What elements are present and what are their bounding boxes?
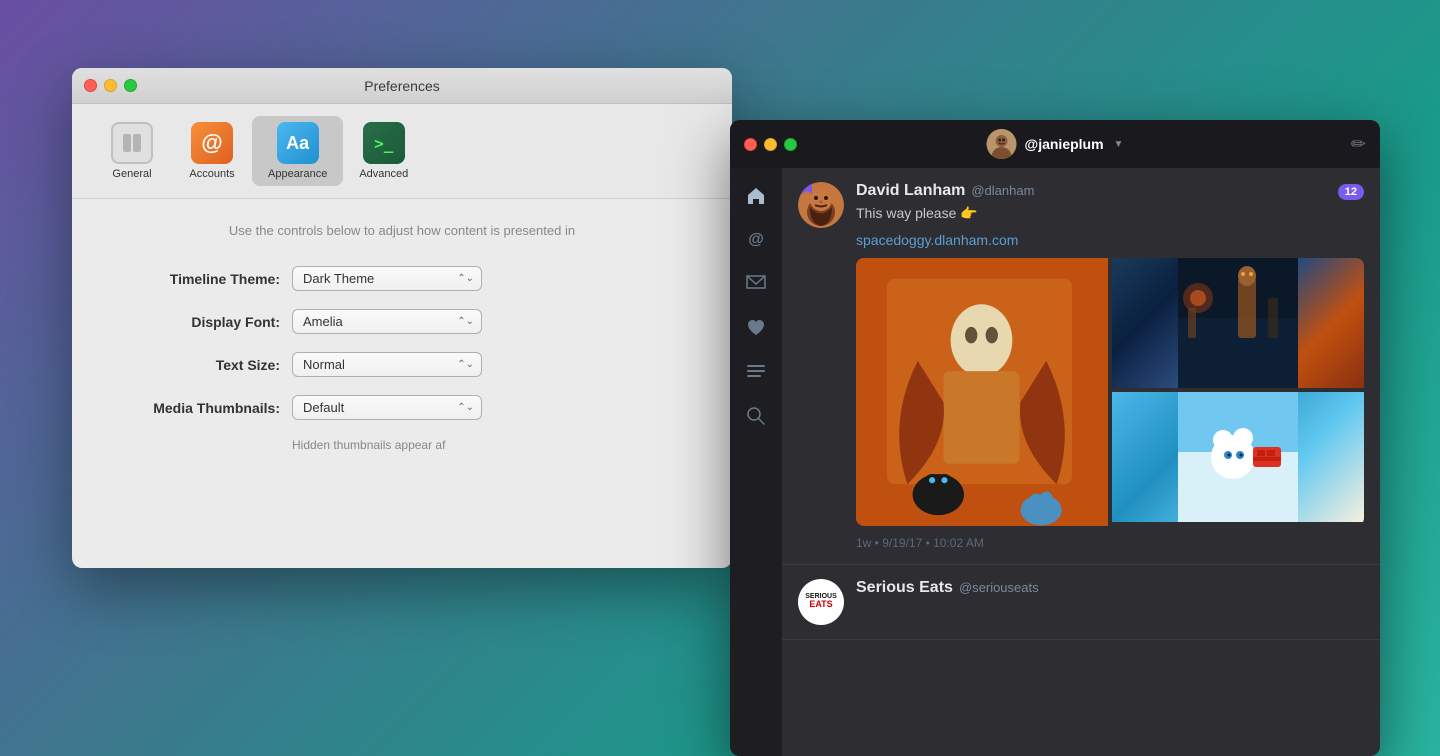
- text-size-row: Text Size: Small Normal Large Extra Larg…: [112, 352, 692, 377]
- media-thumbnails-row: Media Thumbnails: Default Always Show Ne…: [112, 395, 692, 420]
- preferences-content: Use the controls below to adjust how con…: [72, 199, 732, 476]
- thumbnails-hint: Hidden thumbnails appear af: [112, 438, 692, 452]
- display-font-select-wrapper: Amelia Helvetica System Default: [292, 309, 482, 334]
- sidebar-messages-button[interactable]: [738, 266, 774, 302]
- toolbar-item-general[interactable]: General: [92, 116, 172, 186]
- minimize-button[interactable]: [104, 79, 117, 92]
- text-size-select-wrapper: Small Normal Large Extra Large: [292, 352, 482, 377]
- media-thumbnails-select[interactable]: Default Always Show Never Show: [292, 395, 482, 420]
- sidebar-mentions-button[interactable]: @: [738, 222, 774, 258]
- tweetbot-minimize-button[interactable]: [764, 138, 777, 151]
- sidebar-search-button[interactable]: [738, 398, 774, 434]
- tweet-images[interactable]: [856, 258, 1364, 526]
- david-lanham-content: David Lanham @dlanham 12 This way please…: [856, 182, 1364, 550]
- accounts-label: Accounts: [189, 168, 234, 180]
- preferences-toolbar: General @ Accounts Aa Appearance >_ Adva…: [72, 104, 732, 199]
- sidebar-likes-button[interactable]: [738, 310, 774, 346]
- david-lanham-name: David Lanham: [856, 182, 965, 200]
- preferences-titlebar: Preferences: [72, 68, 732, 104]
- tweet-link[interactable]: spacedoggy.dlanham.com: [856, 232, 1018, 248]
- toolbar-item-accounts[interactable]: @ Accounts: [172, 116, 252, 186]
- text-size-select[interactable]: Small Normal Large Extra Large: [292, 352, 482, 377]
- timeline-theme-label: Timeline Theme:: [112, 271, 292, 287]
- tweet-timestamp: 1w • 9/19/17 • 10:02 AM: [856, 536, 1364, 550]
- tweet-image-top-right[interactable]: [1112, 258, 1364, 388]
- appearance-icon: Aa: [277, 122, 319, 164]
- accounts-icon: @: [191, 122, 233, 164]
- serious-eats-logo: SERIOUS EATS: [798, 579, 844, 625]
- media-thumbnails-select-wrapper: Default Always Show Never Show: [292, 395, 482, 420]
- display-font-select[interactable]: Amelia Helvetica System Default: [292, 309, 482, 334]
- media-thumbnails-label: Media Thumbnails:: [112, 400, 292, 416]
- general-label: General: [112, 168, 151, 180]
- david-lanham-avatar: [798, 182, 844, 228]
- advanced-label: Advanced: [359, 168, 408, 180]
- serious-eats-header: Serious Eats @seriouseats: [856, 579, 1364, 597]
- general-icon: [111, 122, 153, 164]
- appearance-label: Appearance: [268, 168, 327, 180]
- preferences-description: Use the controls below to adjust how con…: [112, 223, 692, 238]
- david-lanham-header: David Lanham @dlanham 12: [856, 182, 1364, 200]
- tweetbot-titlebar: @janieplum ▼ ✏: [730, 120, 1380, 168]
- tweet-image-bottom-right[interactable]: [1112, 392, 1364, 522]
- tweetbot-body: @: [730, 168, 1380, 756]
- tweetbot-user[interactable]: @janieplum ▼: [987, 129, 1124, 159]
- text-size-label: Text Size:: [112, 357, 292, 373]
- serious-eats-content: Serious Eats @seriouseats: [856, 579, 1364, 625]
- sidebar-lists-button[interactable]: [738, 354, 774, 390]
- david-lanham-text: This way please 👉: [856, 204, 1364, 224]
- david-lanham-handle: @dlanham: [971, 183, 1034, 198]
- tweetbot-username: @janieplum: [1025, 136, 1104, 152]
- tweetbot-dropdown-icon: ▼: [1114, 139, 1124, 150]
- user-avatar: [987, 129, 1017, 159]
- preferences-title: Preferences: [364, 78, 439, 94]
- tweetbot-maximize-button[interactable]: [784, 138, 797, 151]
- tweet-image-main[interactable]: [856, 258, 1108, 522]
- timeline-theme-row: Timeline Theme: Dark Theme Light Theme A…: [112, 266, 692, 291]
- tweetbot-traffic-lights: [744, 138, 797, 151]
- tweetbot-feed: David Lanham @dlanham 12 This way please…: [782, 168, 1380, 756]
- tweetbot-window: @janieplum ▼ ✏ @: [730, 120, 1380, 756]
- tweetbot-sidebar: @: [730, 168, 782, 756]
- timeline-theme-select-wrapper: Dark Theme Light Theme Automatic: [292, 266, 482, 291]
- advanced-icon: >_: [363, 122, 405, 164]
- tweetbot-close-button[interactable]: [744, 138, 757, 151]
- tweet-badge: 12: [1338, 184, 1364, 200]
- traffic-lights: [84, 79, 137, 92]
- display-font-label: Display Font:: [112, 314, 292, 330]
- tweet-serious-eats: SERIOUS EATS Serious Eats @seriouseats: [782, 565, 1380, 640]
- tweet-david-lanham: David Lanham @dlanham 12 This way please…: [782, 168, 1380, 565]
- serious-eats-name: Serious Eats: [856, 579, 953, 597]
- timeline-theme-select[interactable]: Dark Theme Light Theme Automatic: [292, 266, 482, 291]
- close-button[interactable]: [84, 79, 97, 92]
- serious-eats-handle: @seriouseats: [959, 580, 1039, 595]
- serious-eats-avatar: SERIOUS EATS: [798, 579, 844, 625]
- toolbar-item-advanced[interactable]: >_ Advanced: [343, 116, 424, 186]
- sidebar-home-button[interactable]: [738, 178, 774, 214]
- compose-button[interactable]: ✏: [1351, 134, 1366, 155]
- maximize-button[interactable]: [124, 79, 137, 92]
- preferences-window: Preferences General @ Accounts Aa Appear…: [72, 68, 732, 568]
- display-font-row: Display Font: Amelia Helvetica System De…: [112, 309, 692, 334]
- toolbar-item-appearance[interactable]: Aa Appearance: [252, 116, 343, 186]
